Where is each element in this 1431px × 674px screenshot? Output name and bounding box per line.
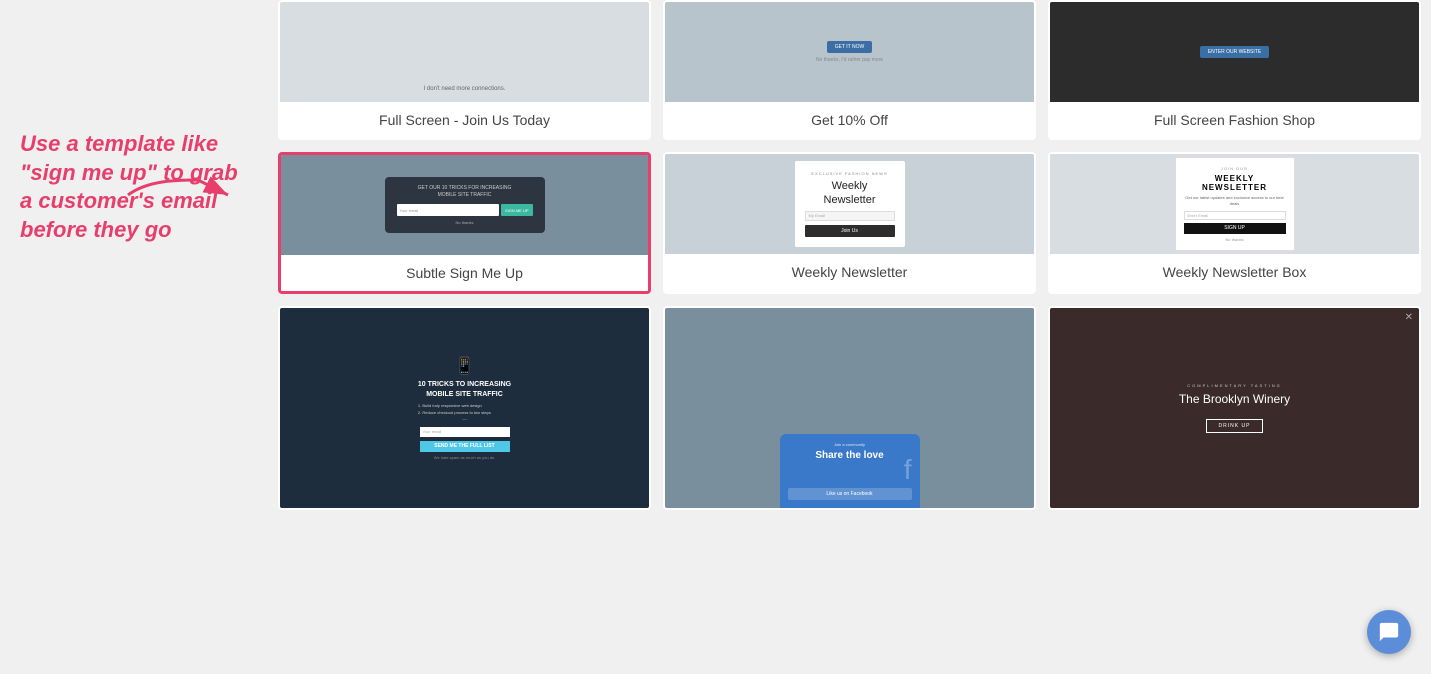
card-label-join-us: Full Screen - Join Us Today <box>280 102 649 138</box>
nb-desc: Get our latest updates and exclusive acc… <box>1184 195 1286 206</box>
card-preview-get10: GET IT NOW No thanks, I'd rather pay mor… <box>665 2 1034 102</box>
page-layout: Use a template like "sign me up" to grab… <box>0 0 1431 674</box>
nb-input: Enter Email <box>1184 211 1286 220</box>
bk-title: The Brooklyn Winery <box>1179 392 1290 406</box>
card-label-fashion: Full Screen Fashion Shop <box>1050 102 1419 138</box>
template-card-sign-me-up[interactable]: GET OUR 10 TRICKS FOR INCREASING MOBILE … <box>278 152 651 294</box>
mt-note: We hate spam as much as you do. <box>418 455 511 460</box>
card-preview-sign-me-up: GET OUR 10 TRICKS FOR INCREASING MOBILE … <box>281 155 648 255</box>
widget-no-thanks: No thanks <box>397 220 533 225</box>
mt-item1: 1. Build truly responsive web design <box>418 403 511 408</box>
mt-title: 10 TRICKS TO INCREASING MOBILE SITE TRAF… <box>418 380 511 398</box>
newsletter-box: JOIN OUR WEEKLY NEWSLETTER Get our lates… <box>1175 157 1295 250</box>
widget-title: GET OUR 10 TRICKS FOR INCREASING MOBILE … <box>397 185 533 199</box>
sidebar-annotation: Use a template like "sign me up" to grab… <box>0 0 268 674</box>
card-preview-share-love: Join a community Share the love f Like u… <box>665 308 1034 508</box>
card-preview-fashion: ENTER OUR WEBSITE <box>1050 2 1419 102</box>
sl-join: Join a community <box>788 442 912 447</box>
template-card-weekly-box[interactable]: JOIN OUR WEEKLY NEWSLETTER Get our lates… <box>1048 152 1421 294</box>
main-content: I don't need more connections. Full Scre… <box>268 0 1431 674</box>
nb-title: WEEKLY NEWSLETTER <box>1184 174 1286 192</box>
nl-input: My Email <box>805 211 895 221</box>
sl-fb-icon: f <box>788 456 912 484</box>
nl-subtitle: EXCLUSIVE FASHION NEWS <box>805 171 895 176</box>
nb-btn: SIGN UP <box>1184 223 1286 234</box>
bk-close-icon: ✕ <box>1405 312 1413 323</box>
nb-no-thanks: No thanks <box>1184 237 1286 242</box>
widget-input: Your email <box>397 204 499 216</box>
card-preview-join-us: I don't need more connections. <box>280 2 649 102</box>
widget-btn: SIGN ME UP <box>501 204 533 216</box>
card-preview-weekly-box: JOIN OUR WEEKLY NEWSLETTER Get our lates… <box>1050 154 1419 254</box>
template-card-brooklyn[interactable]: ✕ COMPLIMENTARY TASTING The Brooklyn Win… <box>1048 306 1421 510</box>
sign-me-up-widget: GET OUR 10 TRICKS FOR INCREASING MOBILE … <box>385 177 545 233</box>
mobile-tricks-content: 📱 10 TRICKS TO INCREASING MOBILE SITE TR… <box>418 356 511 459</box>
card-preview-weekly-newsletter: EXCLUSIVE FASHION NEWS Weekly Newsletter… <box>665 154 1034 254</box>
brooklyn-content: COMPLIMENTARY TASTING The Brooklyn Winer… <box>1179 383 1290 433</box>
mt-dots: — <box>418 417 511 423</box>
template-card-weekly-newsletter[interactable]: EXCLUSIVE FASHION NEWS Weekly Newsletter… <box>663 152 1036 294</box>
fashion-enter-btn: ENTER OUR WEBSITE <box>1200 46 1269 58</box>
mt-item2: 2. Reduce checkout process to two steps <box>418 410 511 415</box>
widget-input-row: Your email SIGN ME UP <box>397 204 533 216</box>
template-card-fashion[interactable]: ENTER OUR WEBSITE Full Screen Fashion Sh… <box>1048 0 1421 140</box>
get10-get-it-now-btn: GET IT NOW <box>827 41 873 53</box>
share-love-widget: Join a community Share the love f Like u… <box>780 434 920 508</box>
card-label-get10: Get 10% Off <box>665 102 1034 138</box>
nl-title: Weekly Newsletter <box>805 180 895 206</box>
annotation-arrow <box>118 175 238 220</box>
nb-join: JOIN OUR <box>1184 166 1286 171</box>
chat-bubble[interactable] <box>1367 610 1411 654</box>
template-card-share-love[interactable]: Join a community Share the love f Like u… <box>663 306 1036 510</box>
card-preview-brooklyn: ✕ COMPLIMENTARY TASTING The Brooklyn Win… <box>1050 308 1419 508</box>
card-preview-mobile-tricks: 📱 10 TRICKS TO INCREASING MOBILE SITE TR… <box>280 308 649 508</box>
template-grid: I don't need more connections. Full Scre… <box>278 0 1421 510</box>
card-label-weekly-newsletter: Weekly Newsletter <box>665 254 1034 290</box>
bk-subtitle: COMPLIMENTARY TASTING <box>1179 383 1290 388</box>
template-card-get10[interactable]: GET IT NOW No thanks, I'd rather pay mor… <box>663 0 1036 140</box>
mt-btn: SEND ME THE FULL LIST <box>420 441 510 452</box>
mt-input: Your email <box>420 427 510 437</box>
nl-btn: Join Us <box>805 225 895 237</box>
card-label-sign-me-up: Subtle Sign Me Up <box>281 255 648 291</box>
newsletter-card: EXCLUSIVE FASHION NEWS Weekly Newsletter… <box>795 161 905 246</box>
template-card-join-us[interactable]: I don't need more connections. Full Scre… <box>278 0 651 140</box>
bk-btn: DRINK UP <box>1206 419 1264 433</box>
template-card-mobile-tricks[interactable]: 📱 10 TRICKS TO INCREASING MOBILE SITE TR… <box>278 306 651 510</box>
get10-no-thanks: No thanks, I'd rather pay more <box>816 57 883 63</box>
preview-text-join-us: I don't need more connections. <box>424 86 506 92</box>
mobile-icon: 📱 <box>418 356 511 376</box>
card-label-weekly-box: Weekly Newsletter Box <box>1050 254 1419 290</box>
sl-btn: Like us on Facebook <box>788 488 912 500</box>
